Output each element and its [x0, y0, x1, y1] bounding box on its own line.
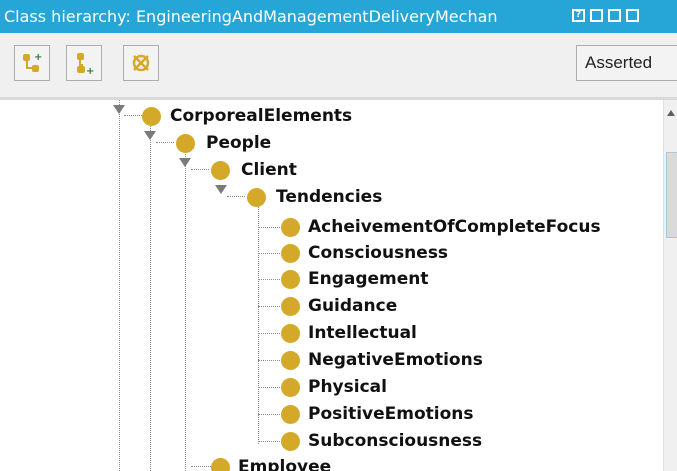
add-subclass-icon: + [23, 52, 42, 72]
hierarchy-toolbar: + + Asserted [0, 33, 677, 97]
svg-text:+: + [34, 52, 42, 63]
tree-node-label: NegativeEmotions [308, 350, 483, 370]
tree-node-label: Engagement [308, 269, 429, 289]
tree-node-label: Client [241, 160, 297, 180]
collapse-toggle-icon[interactable] [144, 131, 156, 140]
tree-node-label: People [206, 133, 272, 153]
tree-node-label: Intellectual [308, 323, 417, 343]
add-subclass-button[interactable]: + [14, 45, 50, 81]
class-icon [281, 432, 300, 451]
tree-connector [124, 115, 142, 116]
tree-node-label: Subconsciousness [308, 431, 483, 451]
tree-connector [258, 279, 280, 280]
tree-node-label: CorporealElements [170, 106, 353, 126]
view-title: Class hierarchy: EngineeringAndManagemen… [4, 7, 498, 26]
svg-text:+: + [86, 66, 94, 77]
tree-node-label: Physical [308, 377, 387, 397]
collapse-toggle-icon[interactable] [215, 185, 227, 194]
tree-node-label: AcheivementOfCompleteFocus [308, 217, 601, 237]
class-hierarchy-tree[interactable]: CorporealElements People Client Tendenci… [0, 100, 663, 471]
help-icon[interactable]: ? [572, 9, 585, 22]
minimize-view-icon[interactable] [608, 9, 621, 22]
scrollbar-thumb[interactable] [666, 152, 677, 238]
class-icon [281, 378, 300, 397]
tree-guide-line [150, 126, 151, 471]
collapse-toggle-icon[interactable] [113, 105, 125, 114]
class-icon [281, 405, 300, 424]
class-icon [176, 134, 195, 153]
tree-node-label: PositiveEmotions [308, 404, 474, 424]
delete-class-button[interactable] [123, 45, 159, 81]
maximize-view-icon[interactable] [626, 9, 639, 22]
tree-connector [191, 169, 209, 170]
class-icon [281, 351, 300, 370]
class-icon [247, 188, 266, 207]
tree-connector [258, 414, 280, 415]
pin-view-icon[interactable] [590, 9, 603, 22]
tree-guide-line [258, 206, 259, 444]
tree-connector [258, 333, 280, 334]
tree-node-label: Consciousness [308, 243, 449, 263]
collapse-toggle-icon[interactable] [179, 158, 191, 167]
class-icon [281, 218, 300, 237]
class-icon [281, 270, 300, 289]
add-sibling-class-icon: + [77, 53, 94, 77]
delete-class-icon [132, 54, 150, 72]
tree-guide-line [185, 154, 186, 471]
asserted-inferred-select[interactable]: Asserted [576, 45, 677, 81]
scroll-up-icon[interactable] [667, 110, 675, 116]
class-icon [281, 244, 300, 263]
vertical-scrollbar[interactable] [663, 100, 677, 471]
tree-node-label: Employee [238, 457, 332, 471]
tree-connector [258, 360, 280, 361]
tree-connector [258, 253, 280, 254]
tree-guide-line [119, 100, 120, 471]
view-title-bar: Class hierarchy: EngineeringAndManagemen… [0, 0, 677, 33]
tree-node-label: Guidance [308, 296, 398, 316]
tree-node-label: Tendencies [276, 187, 383, 207]
tree-connector [156, 142, 174, 143]
class-icon [211, 161, 230, 180]
class-icon [211, 458, 230, 471]
class-icon [142, 107, 161, 126]
tree-connector [258, 441, 280, 442]
add-sibling-class-button[interactable]: + [66, 45, 102, 81]
tree-connector [227, 196, 245, 197]
class-icon [281, 297, 300, 316]
tree-connector [258, 227, 280, 228]
class-icon [281, 324, 300, 343]
tree-connector [258, 387, 280, 388]
tree-connector [258, 306, 280, 307]
